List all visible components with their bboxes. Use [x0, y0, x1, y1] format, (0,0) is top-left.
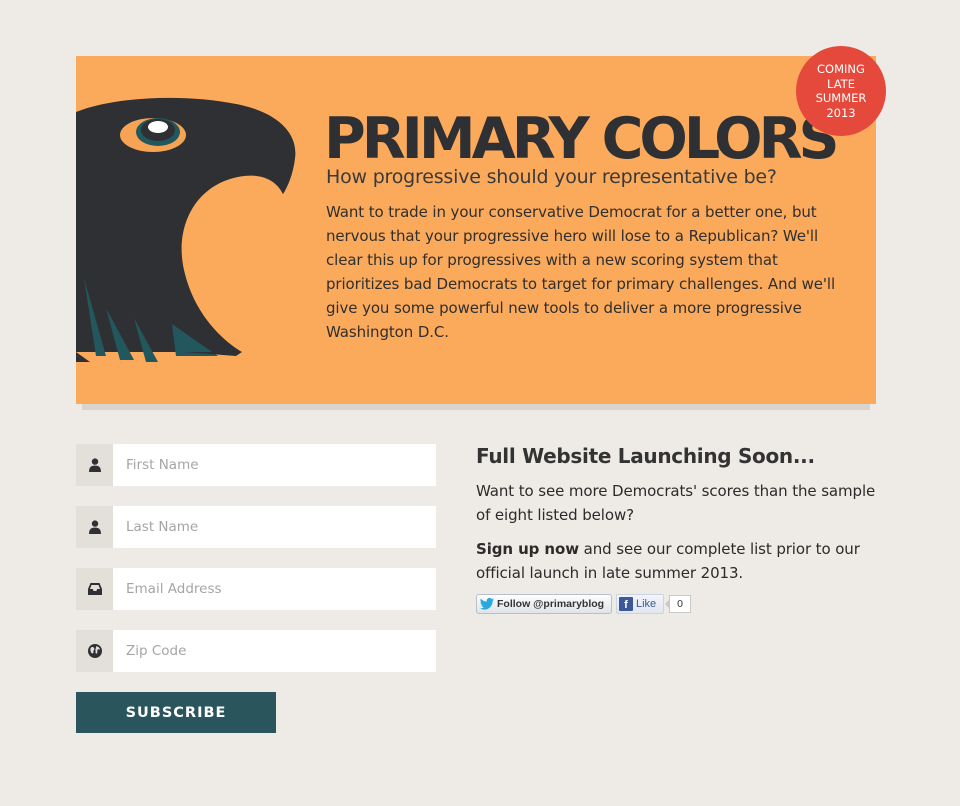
hero-subtitle: How progressive should your representati… — [326, 166, 777, 188]
user-icon — [76, 444, 113, 486]
email-input[interactable] — [113, 568, 436, 610]
badge-line: LATE — [827, 76, 855, 91]
launch-paragraph: Want to see more Democrats' scores than … — [476, 482, 876, 524]
hero-banner: PRIMARY COLORS How progressive should yo… — [76, 56, 876, 404]
launch-heading: Full Website Launching Soon... — [476, 444, 815, 468]
page-title: PRIMARY COLORS — [324, 106, 840, 172]
badge-line: COMING — [817, 62, 865, 76]
zip-code-field — [76, 630, 436, 672]
globe-icon — [76, 630, 113, 672]
last-name-input[interactable] — [113, 506, 436, 548]
zip-code-input[interactable] — [113, 630, 436, 672]
facebook-like-label: Like — [636, 598, 657, 610]
twitter-follow-label: Follow @primaryblog — [497, 598, 605, 610]
facebook-icon: f — [619, 597, 633, 611]
first-name-field — [76, 444, 436, 486]
badge-line: SUMMER — [815, 91, 867, 105]
subscribe-button[interactable]: SUBSCRIBE — [76, 692, 276, 733]
badge-line: 2013 — [826, 105, 856, 120]
first-name-input[interactable] — [113, 444, 436, 486]
facebook-like-count: 0 — [665, 595, 691, 613]
twitter-bird-icon — [480, 598, 494, 610]
hero-description: Want to trade in your conservative Democ… — [326, 203, 836, 341]
last-name-field — [76, 506, 436, 548]
signup-emphasis: Sign up now — [476, 540, 579, 558]
coming-soon-badge: COMING LATE SUMMER 2013 — [796, 46, 886, 136]
user-icon — [76, 506, 113, 548]
inbox-icon — [76, 568, 113, 610]
twitter-follow-button[interactable]: Follow @primaryblog — [476, 594, 612, 614]
email-field — [76, 568, 436, 610]
eagle-illustration — [76, 97, 296, 362]
facebook-like-button[interactable]: f Like — [616, 594, 664, 614]
signup-paragraph: Sign up now and see our complete list pr… — [476, 537, 876, 585]
